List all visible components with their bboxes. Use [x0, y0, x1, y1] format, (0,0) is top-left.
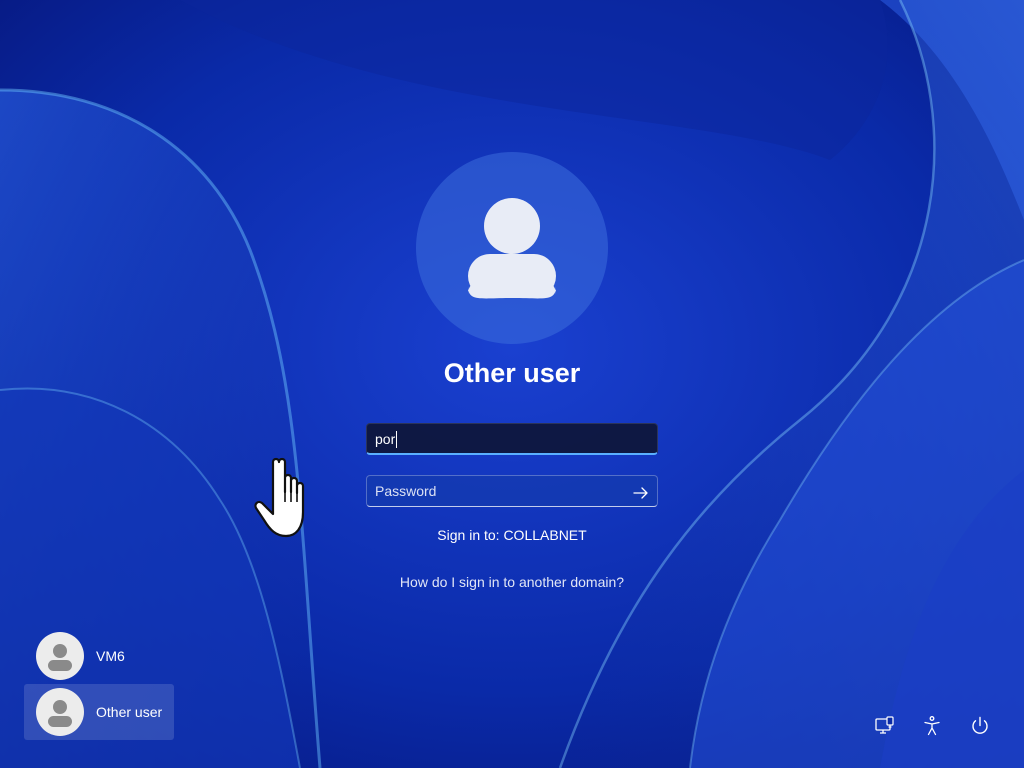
- username-value: por: [375, 431, 396, 447]
- avatar: [36, 688, 84, 736]
- password-field[interactable]: Password: [366, 475, 658, 507]
- account-avatar: [416, 152, 608, 344]
- user-icon: [468, 198, 556, 299]
- avatar: [36, 632, 84, 680]
- other-domain-help-link[interactable]: How do I sign in to another domain?: [312, 574, 712, 590]
- text-caret: [396, 430, 398, 448]
- user-icon: [48, 700, 72, 727]
- submit-button[interactable]: [631, 482, 651, 500]
- accessibility-icon[interactable]: [920, 714, 944, 738]
- user-item-other-user[interactable]: Other user: [24, 684, 174, 740]
- network-icon[interactable]: [872, 714, 896, 738]
- user-icon: [48, 644, 72, 671]
- username-field[interactable]: por: [366, 423, 658, 455]
- user-item-label: Other user: [96, 704, 163, 720]
- sign-in-domain-text: Sign in to: COLLABNET: [437, 527, 587, 543]
- account-name-title: Other user: [443, 358, 581, 388]
- user-item-label: VM6: [96, 648, 125, 664]
- arrow-right-icon: [633, 487, 648, 499]
- password-placeholder: Password: [375, 483, 437, 499]
- user-switcher-list: VM6 Other user: [24, 628, 174, 740]
- user-item-vm6[interactable]: VM6: [24, 628, 174, 684]
- power-icon[interactable]: [968, 714, 992, 738]
